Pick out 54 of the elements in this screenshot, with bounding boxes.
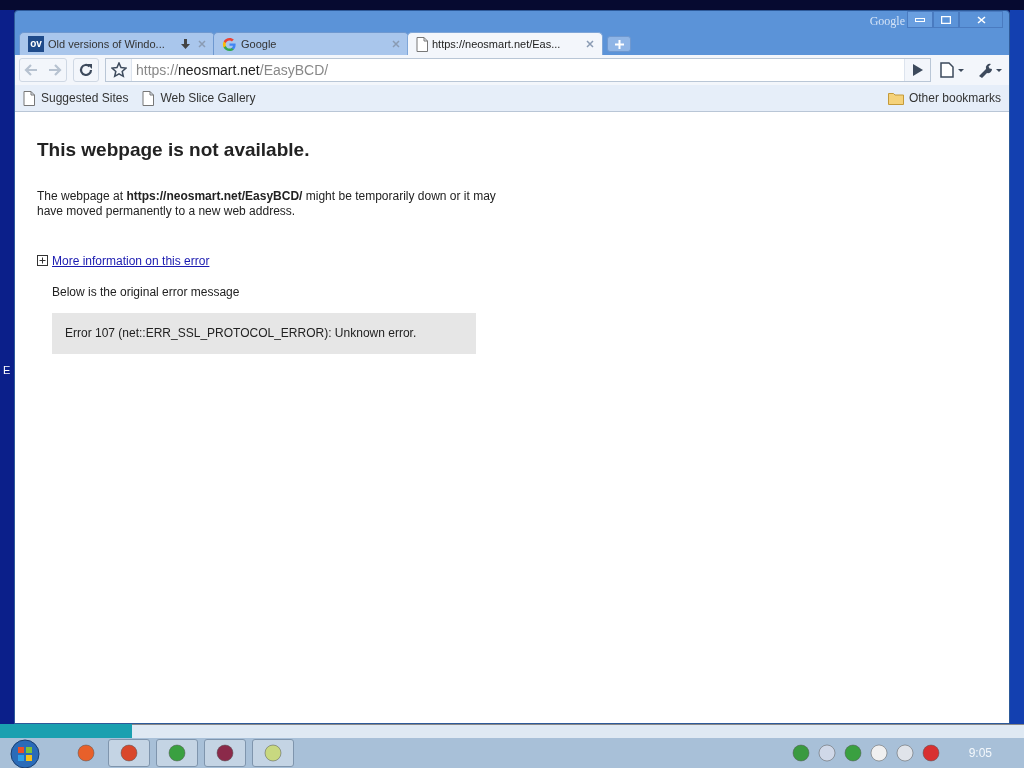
- tray-icon: [842, 743, 863, 763]
- start-button[interactable]: [8, 738, 42, 768]
- bookmark-item[interactable]: Web Slice Gallery: [142, 89, 256, 107]
- close-tab-icon[interactable]: [586, 40, 594, 48]
- tab-title: https://neosmart.net/Eas...: [432, 36, 561, 52]
- maximize-icon: [941, 15, 951, 24]
- minimize-button[interactable]: [907, 11, 933, 28]
- tray-icon: [920, 743, 941, 763]
- taskbar-button[interactable]: [156, 739, 198, 767]
- folder-icon: [887, 91, 904, 105]
- more-info-link[interactable]: More information on this error: [52, 251, 210, 270]
- go-icon[interactable]: [912, 64, 923, 76]
- expand-icon[interactable]: [37, 255, 48, 266]
- tray-icon: [790, 743, 811, 763]
- browser-icon: [76, 743, 96, 763]
- error-code-text: Error 107 (net::ERR_SSL_PROTOCOL_ERROR): Unknown error.: [65, 325, 417, 342]
- site-logo: ov: [28, 36, 44, 52]
- browser-tab[interactable]: ov Old versions of Windo...: [19, 32, 215, 55]
- app-icon: [215, 743, 235, 763]
- error-heading: This webpage is not available.: [37, 138, 311, 162]
- app-icon: [119, 743, 139, 763]
- new-tab-button[interactable]: [607, 36, 631, 52]
- tray-icon: [868, 743, 889, 763]
- app-icon: [263, 743, 283, 763]
- tab-title: Old versions of Windo...: [48, 36, 165, 52]
- page-menu-icon[interactable]: [939, 62, 967, 78]
- page-icon: [142, 90, 155, 106]
- page-icon: [23, 90, 35, 106]
- window-brand: Google: [869, 13, 905, 30]
- close-button[interactable]: [959, 11, 1003, 28]
- taskbar-button[interactable]: [204, 739, 246, 767]
- details-intro: Below is the original error message: [52, 283, 241, 301]
- maximize-button[interactable]: [933, 11, 959, 28]
- tray-icon: [816, 743, 837, 763]
- close-icon: [976, 15, 986, 24]
- google-logo-icon: [222, 36, 237, 52]
- star-icon[interactable]: [110, 62, 127, 78]
- url-text: https://neosmart.net/EasyBCD/: [135, 60, 329, 80]
- reload-icon[interactable]: [78, 62, 94, 78]
- minimize-icon: [915, 17, 925, 22]
- bookmark-item[interactable]: Suggested Sites: [23, 89, 129, 107]
- tab-title: Google: [241, 36, 277, 52]
- browser-tab[interactable]: https://neosmart.net/Eas...: [407, 32, 603, 55]
- window-edge-text: E: [3, 362, 11, 378]
- other-bookmarks-button[interactable]: Other bookmarks: [887, 89, 1001, 107]
- taskbar-button[interactable]: [108, 739, 150, 767]
- tray-icon: [894, 743, 915, 763]
- wrench-menu-icon[interactable]: [977, 62, 1005, 78]
- page-icon: [416, 36, 428, 52]
- address-bar[interactable]: https://neosmart.net/EasyBCD/: [105, 58, 931, 82]
- plus-icon: [614, 39, 624, 49]
- error-message: The webpage at https://neosmart.net/EasyBCD/ might be temporarily down or it may have moved permanently to a new web address.: [37, 188, 497, 219]
- browser-tab[interactable]: Google: [213, 32, 409, 55]
- app-icon: [167, 743, 187, 763]
